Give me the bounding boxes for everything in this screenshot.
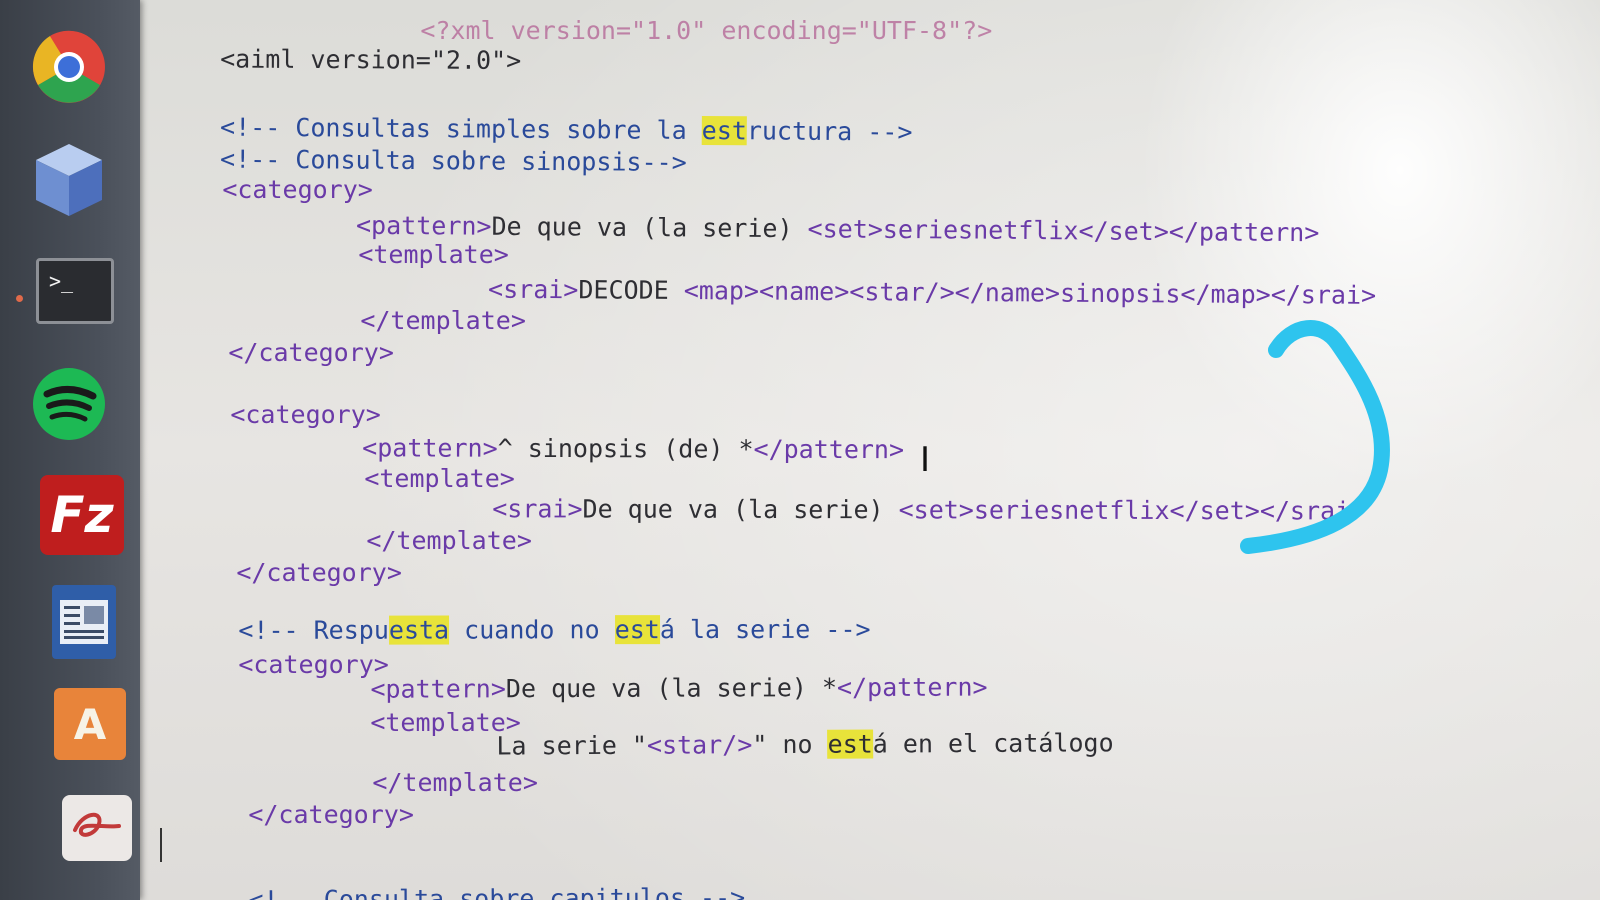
search-highlight: esta bbox=[388, 615, 450, 645]
xml-declaration-line: <?xml version="1.0" encoding="UTF-8"?> bbox=[420, 16, 993, 45]
code-line-comment-synopsis: <!-- Consulta sobre sinopsis--> bbox=[220, 144, 687, 177]
document-viewer-icon bbox=[60, 600, 108, 644]
code-line-pattern-2: <pattern>^ sinopsis (de) *</pattern> bbox=[362, 433, 905, 465]
terminal-launcher-item[interactable]: >_ bbox=[36, 258, 114, 324]
code-line-template-close-2: </template> bbox=[366, 526, 532, 555]
code-line-comment-response: <!-- Respuesta cuando no está la serie -… bbox=[238, 614, 871, 645]
code-line-pattern-3: <pattern>De que va (la serie) *</pattern… bbox=[370, 672, 988, 704]
scribble-app-icon bbox=[73, 813, 121, 837]
chrome-icon bbox=[32, 30, 105, 103]
code-line-category-open-2: <category> bbox=[230, 400, 381, 429]
filezilla-icon: Fz bbox=[50, 486, 114, 544]
code-line-response-text: La serie "<star/>" no está en el catálog… bbox=[496, 728, 1114, 761]
code-line-category-close-2: </category> bbox=[236, 558, 402, 587]
code-line-category-close: </category> bbox=[228, 338, 394, 367]
scribble-annotation bbox=[1240, 320, 1390, 554]
screen: >_ Fz A <?xml version="1.0" encoding="UT… bbox=[0, 0, 1600, 900]
spotify-launcher-item[interactable] bbox=[30, 365, 108, 443]
spotify-icon bbox=[33, 368, 105, 440]
code-line-comment-structure: <!-- Consultas simples sobre la estructu… bbox=[220, 112, 913, 147]
code-line-srai-2: <srai>De que va (la serie) <set>seriesne… bbox=[492, 494, 1366, 526]
code-line-aiml-open: <aiml version="2.0"> bbox=[220, 44, 522, 76]
terminal-icon: >_ bbox=[49, 269, 74, 293]
code-line-template-close: </template> bbox=[360, 306, 526, 335]
software-center-launcher-item[interactable]: A bbox=[54, 688, 126, 760]
code-line-template-close-3: </template> bbox=[372, 768, 538, 797]
search-highlight: est bbox=[701, 115, 747, 146]
search-highlight: est bbox=[614, 615, 660, 645]
cube-icon bbox=[36, 144, 102, 216]
filezilla-launcher-item[interactable]: Fz bbox=[40, 475, 124, 555]
code-line-comment-chapters: <!-- Consulta sobre capitulos --> bbox=[248, 882, 746, 900]
scribble-app-launcher-item[interactable] bbox=[62, 795, 132, 861]
code-line-category-open: <category> bbox=[222, 175, 373, 204]
text-cursor bbox=[160, 828, 162, 862]
launcher-sidebar: >_ Fz A bbox=[0, 0, 140, 900]
chrome-launcher-item[interactable] bbox=[30, 28, 108, 106]
search-highlight: est bbox=[827, 729, 873, 759]
ibeam-cursor-icon: I bbox=[920, 440, 931, 480]
software-center-icon: A bbox=[73, 699, 107, 749]
code-line-template-open: <template> bbox=[358, 240, 509, 269]
code-line-template-open-2: <template> bbox=[364, 464, 515, 493]
document-viewer-launcher-item[interactable] bbox=[52, 585, 116, 659]
cube-launcher-item[interactable] bbox=[30, 140, 108, 218]
active-app-indicator bbox=[16, 295, 23, 302]
code-line-srai-decode: <srai>DECODE <map><name><star/></name>si… bbox=[488, 274, 1377, 310]
code-line-category-close-3: </category> bbox=[248, 800, 414, 829]
